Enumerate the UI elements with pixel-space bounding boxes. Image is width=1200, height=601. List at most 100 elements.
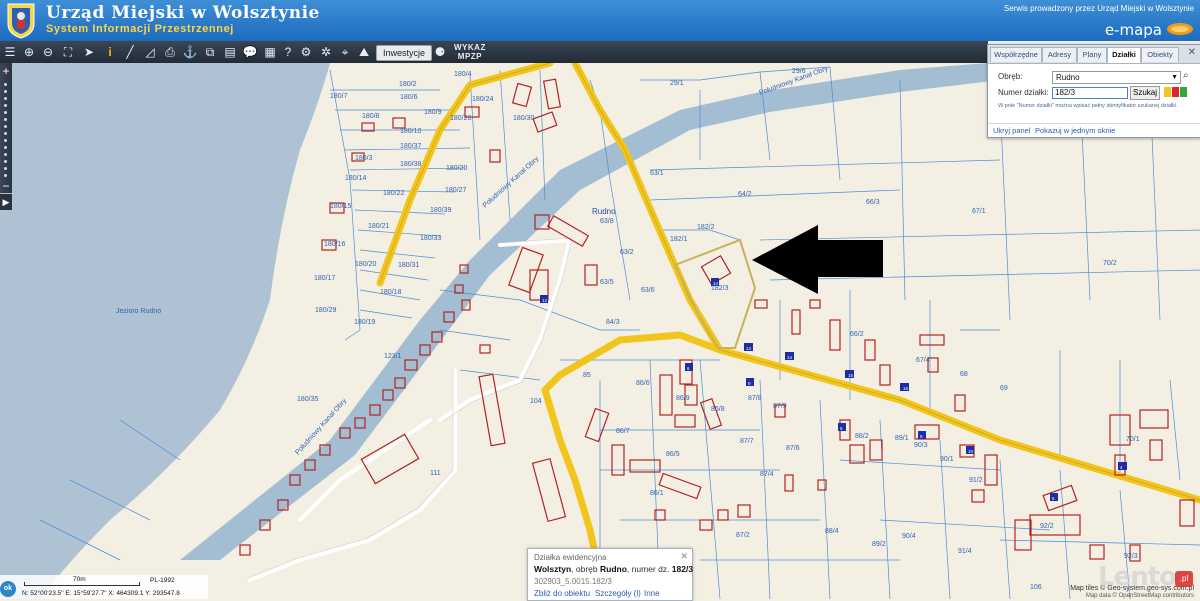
popup-number: 182/3 (671, 564, 694, 574)
zoom-level-dot[interactable] (4, 97, 7, 100)
map-canvas[interactable]: Rudno Jezioro Rudno Południowy Kanał Obr… (0, 63, 1200, 599)
tab-addresses[interactable]: Adresy (1042, 47, 1077, 62)
zoom-level-dot[interactable] (4, 139, 7, 142)
parcel-label: 111 (430, 470, 441, 477)
parcel-label: 29/1 (670, 80, 684, 87)
zoom-level-dot[interactable] (4, 167, 7, 170)
zoom-level-dot[interactable] (4, 125, 7, 128)
zoom-level-dot[interactable] (4, 146, 7, 149)
parcel-label: 106 (1030, 584, 1042, 591)
parcel-icon[interactable]: ▦ (262, 44, 278, 60)
zoom-level-dot[interactable] (4, 90, 7, 93)
details-link[interactable]: Szczegóły (l) (595, 589, 641, 598)
investments-button[interactable]: Inwestycje (376, 45, 433, 61)
layout-icon[interactable]: ▤ (222, 44, 238, 60)
anchor-icon[interactable]: ⚓ (182, 44, 198, 60)
settings-icon[interactable]: ⚙ (298, 44, 314, 60)
color-picker-icon[interactable] (1164, 87, 1188, 97)
export-icon[interactable]: ⧉ (202, 44, 218, 60)
layers-icon[interactable]: ☰ (2, 44, 18, 60)
zoom-level-dot[interactable] (4, 160, 7, 163)
measure-line-icon[interactable]: ╱ (122, 44, 138, 60)
parcel-label: 180/6 (400, 94, 418, 101)
select-arrow-icon[interactable]: ➤ (81, 44, 97, 60)
tab-parcels[interactable]: Działki (1107, 47, 1141, 63)
print-icon[interactable]: ⎙ (162, 44, 178, 60)
search-icon[interactable]: ⌕ (1183, 70, 1189, 81)
obreb-label: Obręb: (998, 72, 1023, 81)
building-number: 10 (968, 449, 974, 454)
parcel-label: 180/9 (424, 109, 442, 116)
brand-name: e-mapa (1104, 21, 1162, 39)
watermark-badge: .pl (1175, 571, 1193, 587)
parcel-label: 182/1 (670, 236, 688, 243)
terrain-icon[interactable]: ⛰ (356, 44, 372, 60)
zoom-level-dot[interactable] (4, 111, 7, 114)
parcel-label: 87/8 (748, 395, 762, 402)
chevron-down-icon: ▼ (1171, 74, 1178, 81)
popup-identifier: 302903_5.0015.182/3 (534, 577, 612, 586)
zoom-level-dot[interactable] (4, 153, 7, 156)
zoom-minus-icon[interactable]: − (0, 179, 12, 193)
parcel-search-panel: Współrzędne Adresy Plany Działki Obiekty… (987, 44, 1200, 138)
parcel-label: 86/6 (636, 380, 650, 387)
gear-icon[interactable]: ✲ (318, 44, 334, 60)
tab-objects[interactable]: Obiekty (1141, 47, 1179, 62)
comment-icon[interactable]: 💬 (242, 44, 258, 60)
close-icon[interactable]: ✕ (1188, 47, 1196, 58)
watermark-text: Lento (1098, 562, 1177, 592)
map-pin-icon[interactable]: ⌖ (337, 44, 353, 60)
zoom-to-object-link[interactable]: Zbliż do obiektu (534, 589, 590, 598)
parcel-label: 180/15 (330, 203, 352, 210)
expand-panel-icon[interactable]: ▶ (0, 194, 12, 210)
search-button[interactable]: Szukaj (1130, 86, 1160, 100)
zoom-out-icon[interactable]: ⊖ (40, 44, 56, 60)
popup-title: Działka ewidencyjna (534, 553, 607, 562)
parcel-label: 84/3 (606, 319, 620, 326)
group-icon[interactable]: ⚈ (432, 44, 448, 60)
info-icon[interactable]: i (102, 44, 118, 60)
parcel-label: 91/2 (969, 477, 983, 484)
zoom-slider[interactable]: + − (0, 63, 12, 193)
help-icon[interactable]: ? (280, 44, 296, 60)
parcel-label: 87/9 (773, 403, 787, 410)
mpzp-list-button[interactable]: WYKAZ MPZP (454, 43, 486, 61)
zoom-level-dot[interactable] (4, 118, 7, 121)
measure-area-icon[interactable]: ◿ (142, 44, 158, 60)
parcel-label: 182/3 (711, 285, 729, 292)
one-window-link[interactable]: Pokazuj w jednym oknie (1035, 126, 1115, 135)
zoom-in-icon[interactable]: ⊕ (21, 44, 37, 60)
ok-button[interactable]: ok (0, 581, 16, 597)
zoom-level-dot[interactable] (4, 83, 7, 86)
other-link[interactable]: Inne (644, 589, 660, 598)
parcel-label: 180/18 (380, 289, 402, 296)
mpzp-label-bottom: MPZP (457, 52, 483, 61)
popup-text-1: , obręb (571, 564, 600, 574)
zoom-level-dot[interactable] (4, 132, 7, 135)
parcel-label: 67/1 (972, 208, 986, 215)
parcel-label: 180/39 (430, 207, 452, 214)
tab-plans[interactable]: Plany (1077, 47, 1107, 62)
parcel-label: 180/24 (472, 96, 494, 103)
parcel-label: 180/37 (400, 143, 422, 150)
obreb-select[interactable]: Rudno ▼ (1052, 71, 1181, 84)
parcel-label: 180/20 (446, 165, 468, 172)
zoom-extent-icon[interactable]: ⛶ (60, 44, 76, 60)
parcel-label: 89/1 (895, 435, 909, 442)
crs-label[interactable]: PL-1992 (150, 577, 175, 584)
app-subtitle: System Informacji Przestrzennej (46, 23, 234, 35)
popup-close-icon[interactable]: ✕ (680, 551, 688, 562)
parcel-number-input[interactable]: 182/3 (1052, 87, 1128, 99)
parcel-label: 180/20 (355, 261, 377, 268)
cursor-coordinates: N: 52°00'23.5" E: 15°59'27.7" X: 464309.… (22, 590, 180, 597)
parcel-label: 67/4 (916, 357, 930, 364)
search-tabs: Współrzędne Adresy Plany Działki Obiekty… (988, 45, 1200, 64)
tab-coordinates[interactable]: Współrzędne (990, 47, 1042, 62)
zoom-level-dot[interactable] (4, 174, 7, 177)
zoom-plus-icon[interactable]: + (0, 65, 12, 77)
parcel-label: 68 (960, 371, 968, 378)
parcel-label: 180/22 (383, 190, 405, 197)
hide-panel-link[interactable]: Ukryj panel (993, 126, 1031, 135)
parcel-label: 180/8 (362, 113, 380, 120)
zoom-level-dot[interactable] (4, 104, 7, 107)
